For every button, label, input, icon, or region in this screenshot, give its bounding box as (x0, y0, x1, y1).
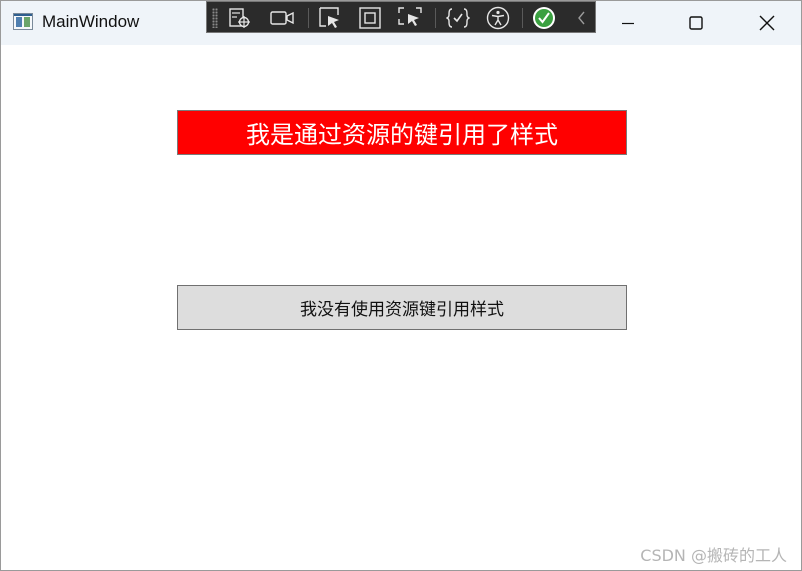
accessibility-icon (486, 6, 510, 30)
check-circle-icon (533, 7, 555, 29)
watermark-text: CSDN @搬砖的工人 (640, 546, 787, 565)
toolbar-separator (522, 8, 523, 28)
app-window-icon (13, 13, 33, 30)
maximize-icon (689, 16, 703, 30)
video-camera-icon (270, 11, 294, 25)
record-button[interactable] (269, 6, 295, 30)
binding-failures-icon (446, 8, 470, 28)
close-button[interactable] (744, 1, 790, 45)
display-layout-adorners-icon (359, 7, 381, 29)
collapse-toolbar-button[interactable] (569, 6, 595, 30)
display-layout-adorners-button[interactable] (357, 6, 383, 30)
minimize-icon (622, 22, 634, 25)
styled-button[interactable]: 我是通过资源的键引用了样式 (177, 110, 627, 155)
live-visual-tree-button[interactable] (227, 6, 253, 30)
debug-toolbar (206, 1, 596, 33)
maximize-button[interactable] (673, 1, 719, 45)
accessibility-checker-button[interactable] (485, 6, 511, 30)
select-element-button[interactable] (317, 6, 343, 30)
track-focus-button[interactable] (397, 6, 423, 30)
drag-grip-icon[interactable] (212, 8, 218, 28)
binding-failures-button[interactable] (445, 6, 471, 30)
hot-reload-status-button[interactable] (531, 6, 557, 30)
default-button[interactable]: 我没有使用资源键引用样式 (177, 285, 627, 330)
toolbar-separator (308, 8, 309, 28)
close-icon (759, 15, 775, 31)
main-window: MainWindow 我是通过资源的键引用了样式 我没有使用资源键引用样式 CS… (0, 0, 802, 571)
track-focus-icon (398, 7, 422, 26)
minimize-button[interactable] (605, 1, 651, 45)
select-element-icon (319, 7, 339, 28)
collapse-chevron-icon (578, 11, 585, 25)
window-title: MainWindow (42, 12, 140, 31)
toolbar-separator (435, 8, 436, 28)
live-visual-tree-icon (229, 8, 250, 28)
